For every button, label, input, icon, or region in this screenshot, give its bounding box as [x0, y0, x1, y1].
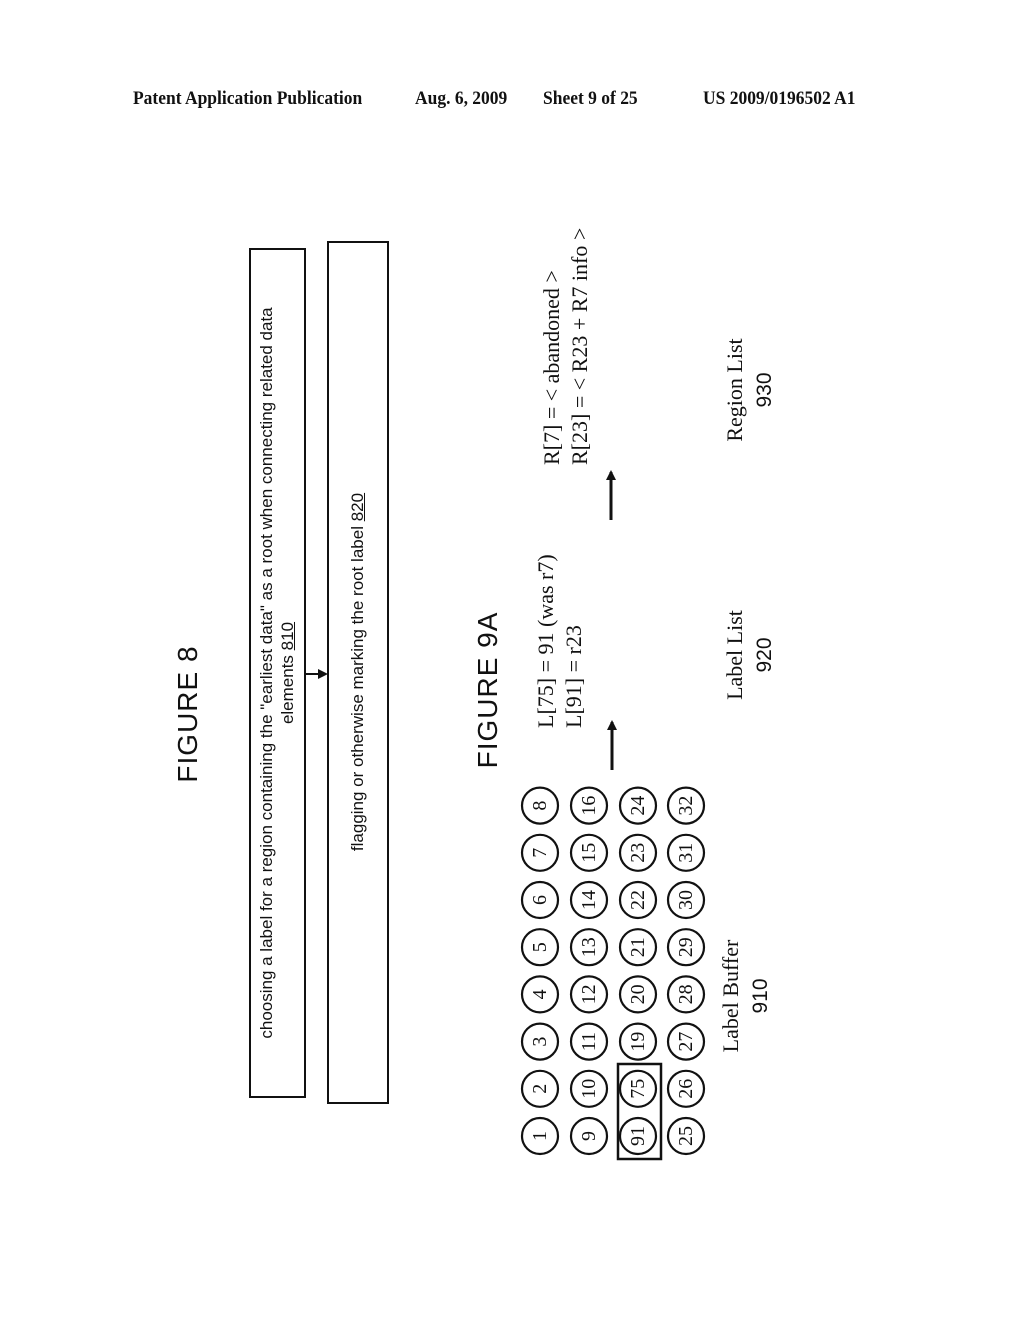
label-buffer-value: 32 [675, 796, 697, 816]
label-buffer-value: 4 [529, 989, 551, 999]
label-buffer-value: 3 [529, 1037, 551, 1047]
label-buffer-value: 13 [578, 937, 600, 957]
diagram-graphics: 1234567891011121314151691751920212223242… [306, 470, 706, 1161]
label-buffer-value: 21 [627, 937, 649, 957]
label-buffer-value: 25 [675, 1126, 697, 1146]
label-buffer-value: 75 [627, 1079, 649, 1099]
label-buffer-value: 26 [675, 1079, 697, 1099]
label-buffer-value: 5 [529, 942, 551, 952]
label-buffer-value: 16 [578, 796, 600, 816]
label-buffer-value: 28 [675, 984, 697, 1004]
label-buffer-value: 31 [675, 843, 697, 863]
label-buffer-value: 24 [627, 796, 649, 816]
label-buffer-value: 22 [627, 890, 649, 910]
label-buffer-value: 6 [529, 895, 551, 905]
label-buffer-value: 20 [627, 984, 649, 1004]
label-buffer-value: 9 [578, 1131, 600, 1141]
label-buffer-value: 1 [529, 1131, 551, 1141]
label-buffer-value: 91 [627, 1126, 649, 1146]
label-buffer-value: 14 [578, 890, 600, 910]
label-buffer-value: 15 [578, 843, 600, 863]
label-buffer-value: 29 [675, 937, 697, 957]
label-buffer-grid: 1234567891011121314151691751920212223242… [520, 786, 706, 1156]
label-buffer-value: 12 [578, 984, 600, 1004]
label-buffer-value: 23 [627, 843, 649, 863]
label-buffer-value: 2 [529, 1084, 551, 1094]
label-buffer-value: 30 [675, 890, 697, 910]
label-buffer-value: 19 [627, 1032, 649, 1052]
label-buffer-value: 10 [578, 1079, 600, 1099]
label-buffer-value: 8 [529, 801, 551, 811]
label-buffer-value: 7 [529, 848, 551, 858]
label-buffer-value: 11 [578, 1032, 600, 1051]
label-buffer-value: 27 [675, 1032, 697, 1052]
